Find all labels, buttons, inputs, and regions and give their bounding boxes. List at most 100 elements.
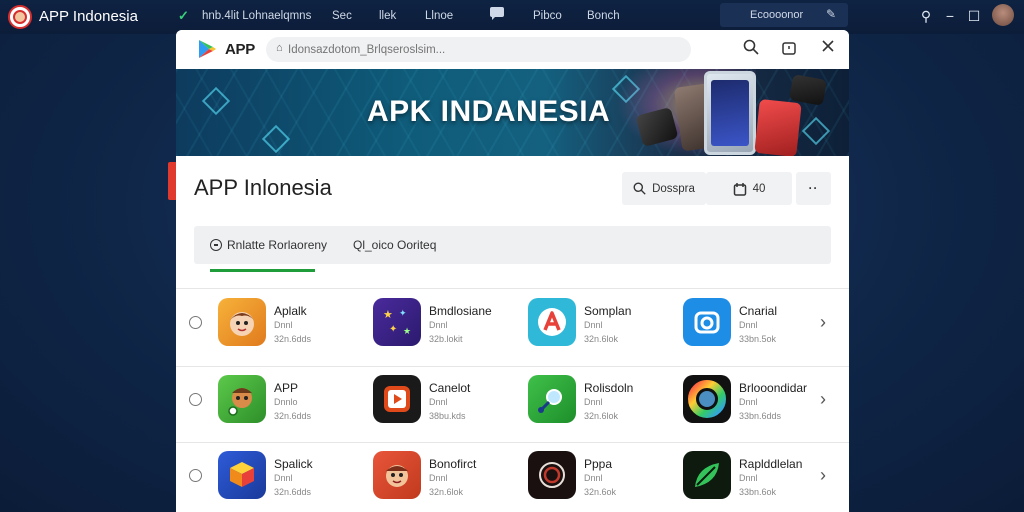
bag-icon[interactable] — [779, 39, 799, 59]
close-icon[interactable] — [818, 39, 838, 59]
app-card[interactable]: Canelot Dnnl 38bu.kds — [373, 367, 523, 443]
topbar-item-6[interactable]: Bonch — [587, 10, 620, 22]
topbar-item-1[interactable]: hnb.4lit Lohnaelqmns — [202, 10, 311, 22]
app-card[interactable]: ★ ✦ ✦ ★ Bmdlosiane Dnnl 32b.lokit — [373, 290, 523, 366]
topbar-item-2[interactable]: Sec — [332, 10, 352, 22]
tab-top-charts[interactable]: Ql_oico Ooriteq — [353, 238, 436, 252]
app-developer: Dnnl — [739, 320, 758, 330]
app-card[interactable]: Bonofirct Dnnl 32n.6lok — [373, 443, 523, 512]
letter-a-icon — [528, 298, 576, 346]
app-developer: Dnnl — [274, 473, 293, 483]
chat-icon[interactable] — [489, 7, 505, 21]
app-card[interactable]: APP Dnnlo 32n.6dds — [218, 367, 368, 443]
search-button-label: Dosspra — [652, 182, 695, 195]
app-name: Spalick — [274, 457, 313, 471]
pen-icon[interactable]: ⚲ — [916, 6, 936, 26]
chevron-right-icon[interactable]: › — [820, 312, 826, 333]
pin-icon[interactable]: ✎ — [826, 7, 836, 21]
app-name: Somplan — [584, 304, 632, 318]
cartoon-face-icon — [218, 298, 266, 346]
tab-label: Rnlatte Rorlaoreny — [227, 238, 328, 252]
lock-icon: ⌂ — [276, 42, 283, 54]
app-title: APP Indonesia — [39, 8, 138, 25]
app-card[interactable]: Brlooondidar Dnnl 33bn.6dds — [683, 367, 833, 443]
app-developer: Dnnl — [739, 473, 758, 483]
row-radio[interactable] — [189, 393, 202, 406]
app-developer: Dnnl — [429, 473, 448, 483]
app-developer: Dnnl — [429, 320, 448, 330]
app-name: Rolisdoln — [584, 381, 634, 395]
more-button[interactable]: ·· — [796, 172, 831, 205]
cube-icon — [218, 451, 266, 499]
svg-text:★: ★ — [403, 326, 411, 336]
topbar-item-4[interactable]: Llnoe — [425, 10, 453, 22]
app-name: Brlooondidar — [739, 381, 808, 395]
app-size: 32n.6lok — [429, 487, 464, 497]
topbar-search-label: Ecoooonor — [750, 9, 804, 21]
app-name: Pppa — [584, 457, 613, 471]
topbar-item-5[interactable]: Pibco — [533, 10, 562, 22]
tab-strip: Rnlatte Rorlaoreny Ql_oico Ooriteq — [194, 226, 831, 264]
cart-button[interactable]: 40 — [706, 172, 792, 205]
app-size: 33bn.6ok — [739, 487, 777, 497]
app-size: 32n.6dds — [274, 334, 312, 344]
phone-illustration — [754, 98, 802, 156]
stars-icon: ★ ✦ ✦ ★ — [373, 298, 421, 346]
window-header: APP ⌂ — [176, 30, 849, 69]
url-bar[interactable]: ⌂ — [266, 37, 691, 62]
hex-decoration — [801, 116, 831, 146]
chevron-right-icon[interactable]: › — [820, 465, 826, 486]
app-name: Canelot — [429, 381, 471, 395]
chevron-right-icon[interactable]: › — [820, 389, 826, 410]
cart-icon — [733, 182, 746, 196]
more-icon: ·· — [808, 182, 819, 195]
avatar[interactable] — [992, 4, 1014, 26]
maximize-icon[interactable]: ☐ — [964, 6, 984, 26]
url-input[interactable] — [288, 41, 668, 58]
window-app-name: APP — [225, 41, 255, 58]
app-size: 32n.6lok — [584, 411, 619, 421]
app-size: 38bu.kds — [429, 411, 466, 421]
app-card[interactable]: Cnarial Dnnl 33bn.5ok — [683, 290, 833, 366]
app-size: 32n.6ok — [584, 487, 617, 497]
search-icon[interactable] — [741, 39, 761, 59]
camera-icon — [683, 298, 731, 346]
leaf-icon — [683, 451, 731, 499]
page-title: APP Inlonesia — [194, 175, 332, 200]
app-card[interactable]: Spalick Dnnl 32n.6dds — [218, 443, 368, 512]
circle-icon — [210, 239, 222, 251]
search-button[interactable]: Dosspra — [622, 172, 706, 205]
svg-text:★: ★ — [383, 309, 393, 321]
app-name: Raplddlelan — [739, 457, 803, 471]
app-name: Bonofirct — [429, 457, 477, 471]
app-row: Spalick Dnnl 32n.6dds Bonofirct Dnnl 32n… — [176, 443, 849, 512]
row-radio[interactable] — [189, 469, 202, 482]
app-developer: Dnnl — [584, 397, 603, 407]
app-card[interactable]: Pppa Dnnl 32n.6ok — [528, 443, 678, 512]
app-developer: Dnnlo — [274, 397, 298, 407]
app-size: 32n.6dds — [274, 487, 312, 497]
play-button-icon — [373, 375, 421, 423]
side-red-tab — [168, 162, 176, 200]
green-check-icon[interactable]: ✓ — [178, 8, 198, 23]
app-card[interactable]: Rolisdoln Dnnl 32n.6lok — [528, 367, 678, 443]
tab-recommended[interactable]: Rnlatte Rorlaoreny — [210, 238, 327, 252]
phone-illustration — [789, 74, 827, 106]
app-developer: Dnnl — [429, 397, 448, 407]
app-row: Aplalk Dnnl 32n.6dds ★ ✦ ✦ ★ Bmdlosiane Dnn… — [176, 290, 849, 366]
minimize-icon[interactable]: − — [940, 6, 960, 26]
divider — [176, 288, 849, 289]
row-radio[interactable] — [189, 316, 202, 329]
play-store-logo-icon — [199, 40, 216, 58]
app-size: 33bn.5ok — [739, 334, 777, 344]
app-logo-icon — [8, 5, 32, 29]
monkey-face-icon — [373, 451, 421, 499]
app-card[interactable]: Aplalk Dnnl 32n.6dds — [218, 290, 368, 366]
app-card[interactable]: Somplan Dnnl 32n.6lok — [528, 290, 678, 366]
active-tab-indicator — [210, 269, 315, 272]
tab-label: Ql_oico Ooriteq — [353, 238, 437, 252]
app-card[interactable]: Raplddlelan Dnnl 33bn.6ok — [683, 443, 833, 512]
topbar-item-3[interactable]: llek — [379, 10, 396, 22]
topbar-search[interactable]: Ecoooonor ✎ — [720, 3, 848, 27]
circle-logo-icon — [528, 451, 576, 499]
